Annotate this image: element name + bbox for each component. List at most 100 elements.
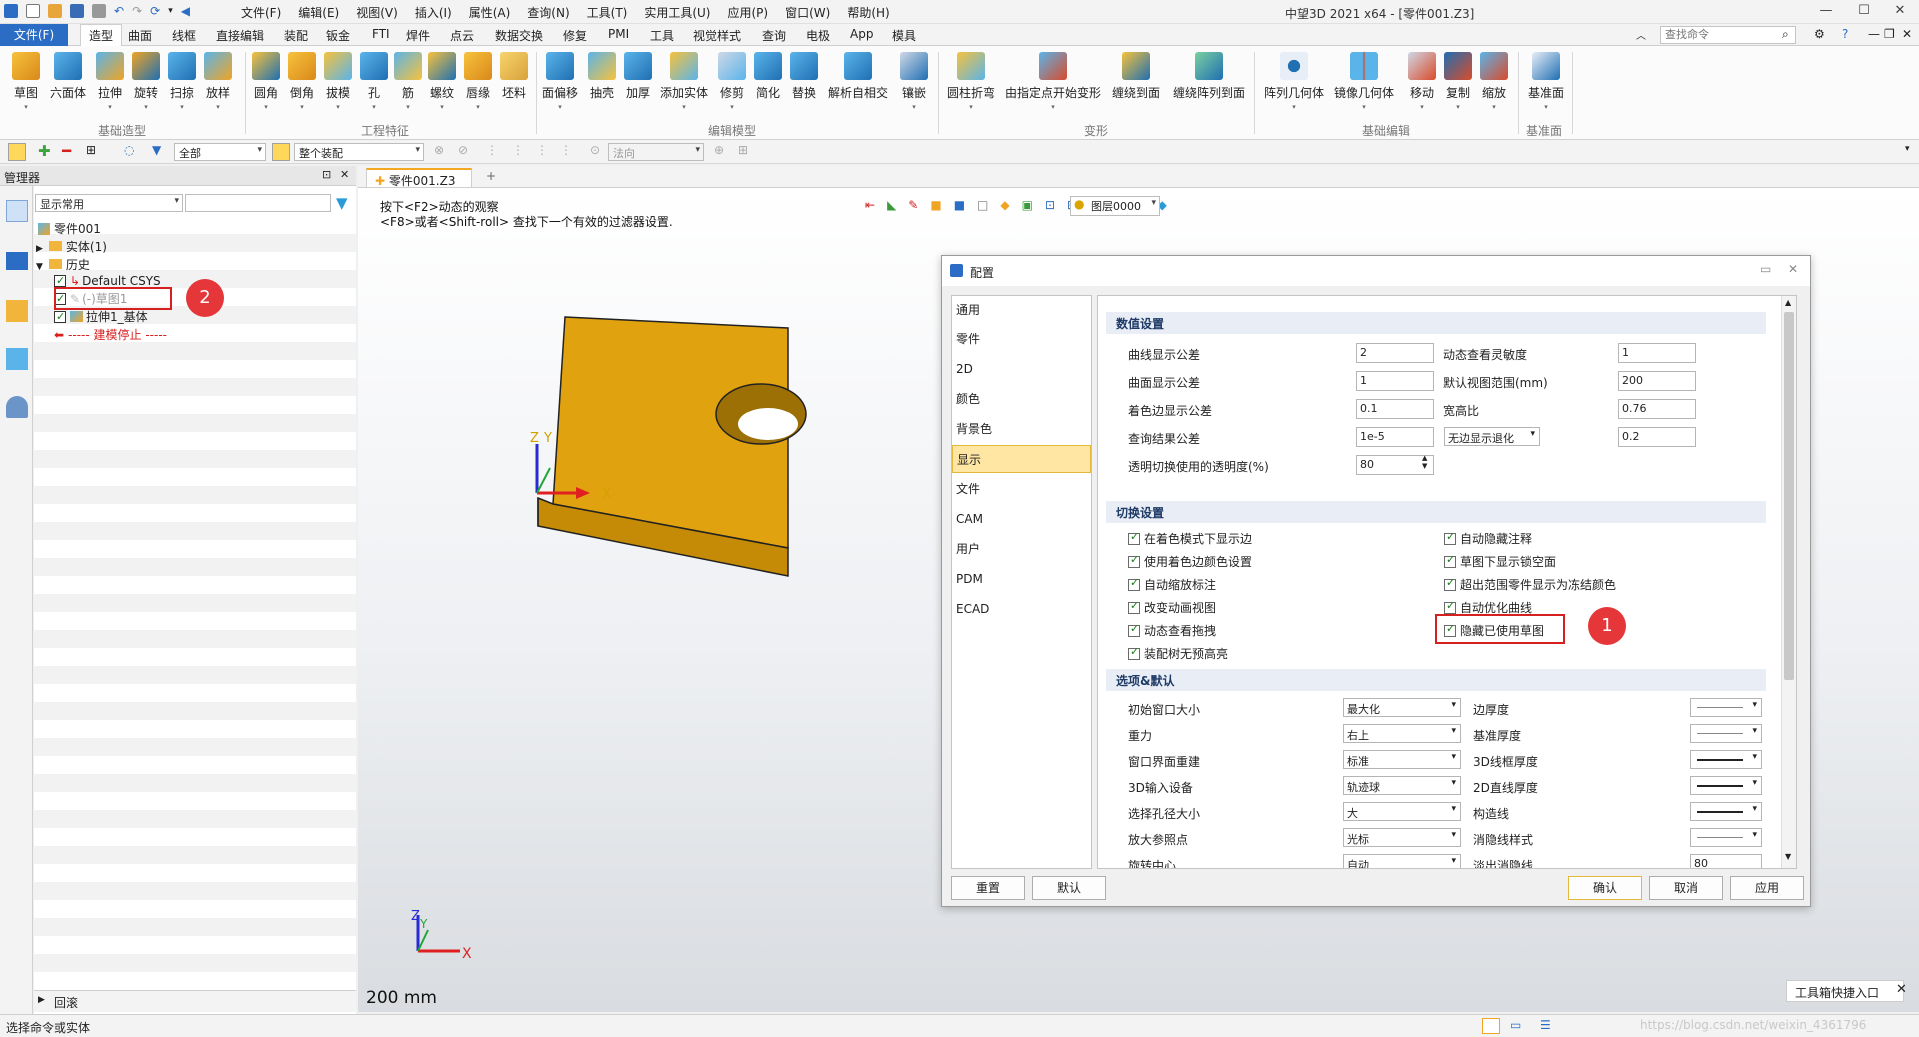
input-view-range[interactable]: 200 xyxy=(1618,371,1696,391)
tab-visual-style[interactable]: 视觉样式 xyxy=(693,27,741,44)
nav-background[interactable]: 背景色 xyxy=(952,415,1091,443)
toggle-animate-view[interactable]: 改变动画视图 xyxy=(1128,599,1216,616)
tab-wireframe[interactable]: 线框 xyxy=(172,27,196,44)
scroll-down-icon[interactable]: ▼ xyxy=(1785,852,1791,861)
nav-display[interactable]: 显示 xyxy=(952,445,1091,473)
nav-part[interactable]: 零件 xyxy=(952,325,1091,353)
toggle-shaded-edge-color[interactable]: 使用着色边颜色设置 xyxy=(1128,553,1252,570)
scroll-up-icon[interactable]: ▲ xyxy=(1785,298,1791,307)
scrollbar-thumb[interactable] xyxy=(1784,312,1794,680)
nav-color[interactable]: 颜色 xyxy=(952,385,1091,413)
select-window-rebuild[interactable]: 标准 xyxy=(1343,750,1461,769)
tool-thicken[interactable]: 加厚 xyxy=(620,52,656,101)
ok-button[interactable]: 确认 xyxy=(1568,876,1642,900)
dialog-title-bar[interactable]: 配置 ▭ ✕ xyxy=(942,256,1810,286)
tab-weldment[interactable]: 焊件 xyxy=(406,27,430,44)
nav-pdm[interactable]: PDM xyxy=(952,565,1091,593)
tab-data-exchange[interactable]: 数据交换 xyxy=(495,27,543,44)
filter-grid-icon[interactable]: ⊞ xyxy=(86,143,96,157)
restore-doc-icon[interactable]: ❐ xyxy=(1884,27,1895,41)
select-construction-line[interactable] xyxy=(1690,802,1762,821)
regen-icon[interactable]: ⟳ xyxy=(150,4,160,18)
input-dynamic-sensitivity[interactable]: 1 xyxy=(1618,343,1696,363)
command-search-input[interactable] xyxy=(1660,26,1796,44)
tool-sweep[interactable]: 扫掠 ▾ xyxy=(164,52,200,111)
tool-inlay[interactable]: 镶嵌 ▾ xyxy=(896,52,932,111)
tree-build-stop[interactable]: ⬅ ----- 建模停止 ----- xyxy=(54,326,167,344)
close-doc-icon[interactable]: ✕ xyxy=(1902,27,1912,41)
menu-file[interactable]: 文件(F) xyxy=(241,4,281,21)
settings-scrollbar[interactable]: ▲ ▼ xyxy=(1781,296,1796,868)
tool-mirror[interactable]: 镜像几何体 ▾ xyxy=(1332,52,1396,111)
tool-extrude[interactable]: 拉伸 ▾ xyxy=(92,52,128,111)
tab-assembly[interactable]: 装配 xyxy=(284,27,308,44)
remove-icon[interactable]: ━ xyxy=(62,142,71,160)
close-panel-icon[interactable]: ✕ xyxy=(340,168,349,181)
monitor-icon[interactable]: ▭ xyxy=(1510,1018,1521,1032)
tab-mold[interactable]: 模具 xyxy=(892,27,916,44)
select-edge-thickness[interactable] xyxy=(1690,698,1762,717)
tool-copy[interactable]: 复制 ▾ xyxy=(1440,52,1476,111)
menu-edit[interactable]: 编辑(E) xyxy=(298,4,339,21)
nav-2d[interactable]: 2D xyxy=(952,355,1091,383)
tool-shell[interactable]: 抽壳 xyxy=(584,52,620,101)
tool-self-intersect[interactable]: 解析自相交 xyxy=(826,52,890,101)
tab-sheetmetal[interactable]: 钣金 xyxy=(326,27,350,44)
tab-pmi[interactable]: PMI xyxy=(608,27,629,41)
toolbox-entry[interactable]: 工具箱快捷入口 xyxy=(1786,980,1904,1002)
tool-replace[interactable]: 替换 xyxy=(786,52,822,101)
input-shaded-edge-tolerance[interactable]: 0.1 xyxy=(1356,399,1434,419)
input-curve-tolerance[interactable]: 2 xyxy=(1356,343,1434,363)
menu-window[interactable]: 窗口(W) xyxy=(785,4,830,21)
toggle-sketch-lock-plane[interactable]: 草图下显示锁空面 xyxy=(1444,553,1556,570)
save-icon[interactable] xyxy=(70,4,84,18)
user-icon[interactable] xyxy=(6,396,28,418)
menu-help[interactable]: 帮助(H) xyxy=(847,4,889,21)
tool-point-deform[interactable]: 由指定点开始变形 ▾ xyxy=(1004,52,1102,111)
toggle-auto-scale-dims[interactable]: 自动缩放标注 xyxy=(1128,576,1216,593)
undo-icon[interactable]: ↶ xyxy=(114,4,124,18)
toolbox-close-icon[interactable]: ✕ xyxy=(1896,982,1907,997)
lasso-icon[interactable]: ◌ xyxy=(124,143,134,157)
filter-funnel-icon[interactable]: ▼ xyxy=(152,143,161,157)
close-button[interactable]: ✕ xyxy=(1882,3,1918,21)
select-zoom-reference[interactable]: 光标 xyxy=(1343,828,1461,847)
parts-icon[interactable] xyxy=(6,300,28,322)
tool-loft[interactable]: 放样 ▾ xyxy=(200,52,236,111)
qat-dropdown-icon[interactable]: ▾ xyxy=(168,6,173,16)
toggle-frozen-color[interactable]: 超出范围零件显示为冻结颜色 xyxy=(1444,576,1616,593)
print-icon[interactable] xyxy=(92,4,106,18)
tool-sketch[interactable]: 草图 ▾ xyxy=(8,52,44,111)
redo-icon[interactable]: ↷ xyxy=(132,4,142,18)
tool-trim[interactable]: 修剪 ▾ xyxy=(714,52,750,111)
tool-cylinder-bend[interactable]: 圆柱折弯 ▾ xyxy=(944,52,998,111)
menu-attribute[interactable]: 属性(A) xyxy=(469,4,511,21)
tool-add-body[interactable]: 添加实体 ▾ xyxy=(658,52,710,111)
toggle-auto-hide-annotation[interactable]: 自动隐藏注释 xyxy=(1444,530,1532,547)
layout-icon[interactable] xyxy=(1482,1018,1500,1034)
document-tab[interactable]: ✚ 零件001.Z3 ✕ xyxy=(366,168,472,203)
menu-query[interactable]: 查询(N) xyxy=(527,4,569,21)
tree-item-extrude[interactable]: 拉伸1_基体 xyxy=(54,308,148,326)
file-menu-button[interactable]: 文件(F) xyxy=(0,24,68,46)
toggle-dynamic-drag[interactable]: 动态查看拖拽 xyxy=(1128,622,1216,639)
select-gravity[interactable]: 右上 xyxy=(1343,724,1461,743)
filter-select[interactable]: 全部 xyxy=(174,143,266,161)
menu-tools[interactable]: 工具(T) xyxy=(587,4,628,21)
back-arrow-icon[interactable]: ◀ xyxy=(181,4,190,18)
tool-draft[interactable]: 拔模 ▾ xyxy=(320,52,356,111)
collapse-arrow-icon[interactable]: ▼ xyxy=(36,262,43,272)
scope-select[interactable]: 整个装配 xyxy=(294,143,424,161)
menu-application[interactable]: 应用(P) xyxy=(728,4,769,21)
tool-wrap-to-face[interactable]: 缠绕到面 xyxy=(1108,52,1164,101)
menu-insert[interactable]: 插入(I) xyxy=(415,4,452,21)
tab-direct-edit[interactable]: 直接编辑 xyxy=(216,27,264,44)
tool-move[interactable]: 移动 ▾ xyxy=(1404,52,1440,111)
tool-thread[interactable]: 螺纹 ▾ xyxy=(424,52,460,111)
tool-rib[interactable]: 筋 ▾ xyxy=(390,52,426,111)
tool-simplify[interactable]: 简化 xyxy=(750,52,786,101)
tab-surface[interactable]: 曲面 xyxy=(128,27,152,44)
toggle-tree-no-prehighlight[interactable]: 装配树无预高亮 xyxy=(1128,645,1228,662)
tab-app[interactable]: App xyxy=(850,27,873,41)
direction-select[interactable]: 法向 xyxy=(608,143,704,161)
